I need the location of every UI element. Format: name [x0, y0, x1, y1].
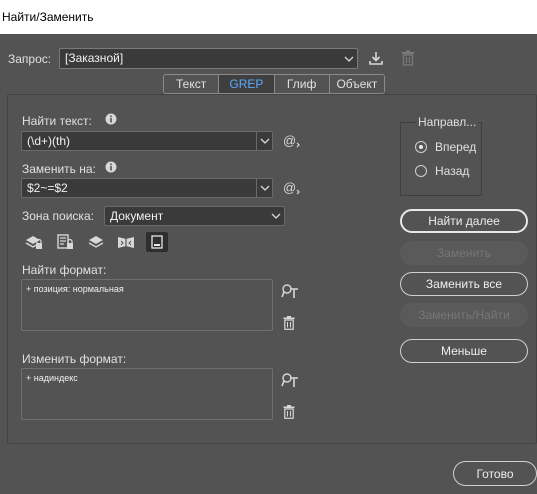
trash-icon[interactable]	[281, 404, 297, 420]
master-pages-icon[interactable]	[116, 233, 136, 251]
replace-button[interactable]: Заменить	[400, 241, 528, 265]
find-format-label: Найти формат:	[22, 263, 107, 277]
window-title: Найти/Заменить	[2, 10, 94, 24]
chevron-down-icon[interactable]	[256, 179, 272, 197]
find-label: Найти текст:	[22, 114, 92, 128]
search-scope-value: Документ	[110, 209, 164, 223]
find-value: (\d+)(th)	[27, 134, 71, 148]
replace-value: $2~=$2	[27, 181, 68, 195]
radio-button[interactable]	[415, 141, 427, 153]
tab-glyph[interactable]: Глиф	[274, 75, 330, 93]
mode-tabs: Текст GREP Глиф Объект	[163, 74, 385, 94]
chevron-down-icon	[341, 49, 357, 68]
chevron-down-icon[interactable]	[256, 132, 272, 150]
fewer-options-button[interactable]: Меньше	[400, 339, 528, 363]
query-select[interactable]: [Заказной]	[59, 48, 358, 69]
special-chars-icon[interactable]: @	[282, 132, 302, 150]
delete-query-icon[interactable]	[399, 49, 417, 67]
trash-icon[interactable]	[281, 315, 297, 331]
hidden-layers-icon[interactable]	[86, 233, 106, 251]
done-button[interactable]: Готово	[453, 461, 537, 486]
specify-format-icon[interactable]	[280, 282, 300, 300]
search-scope-label: Зона поиска:	[22, 209, 94, 223]
tab-text[interactable]: Текст	[164, 75, 220, 93]
chevron-down-icon	[268, 207, 284, 225]
replace-input[interactable]: $2~=$2	[21, 178, 273, 198]
replace-label: Заменить на:	[22, 162, 96, 176]
info-icon[interactable]	[104, 112, 118, 126]
radio-backward-label: Назад	[435, 164, 470, 178]
specify-format-icon[interactable]	[280, 371, 300, 389]
search-scope-select[interactable]: Документ	[104, 206, 285, 226]
find-format-text: + позиция: нормальная	[26, 284, 124, 294]
find-next-button[interactable]: Найти далее	[400, 209, 528, 233]
find-input[interactable]: (\d+)(th)	[21, 131, 273, 151]
tab-object[interactable]: Объект	[329, 75, 384, 93]
radio-forward[interactable]: Вперед	[415, 139, 495, 155]
query-value: [Заказной]	[65, 51, 124, 65]
footnotes-icon[interactable]	[146, 232, 168, 252]
replace-find-button[interactable]: Заменить/Найти	[400, 303, 528, 327]
change-format-label: Изменить формат:	[22, 352, 127, 366]
svg-text:@: @	[283, 181, 296, 195]
direction-label: Направл...	[416, 115, 479, 129]
replace-all-button[interactable]: Заменить все	[400, 272, 528, 296]
find-format-box[interactable]: + позиция: нормальная	[21, 279, 273, 331]
locked-layers-icon[interactable]	[24, 233, 44, 251]
svg-text:@: @	[283, 134, 296, 148]
info-icon[interactable]	[104, 160, 118, 174]
special-chars-icon[interactable]: @	[282, 179, 302, 197]
save-query-icon[interactable]	[367, 49, 385, 67]
radio-forward-label: Вперед	[435, 140, 477, 154]
change-format-text: + надиндекс	[26, 373, 78, 383]
query-label: Запрос:	[8, 52, 52, 66]
change-format-box[interactable]: + надиндекс	[21, 368, 273, 420]
radio-backward[interactable]: Назад	[415, 163, 495, 179]
radio-button[interactable]	[415, 165, 427, 177]
direction-group	[400, 122, 482, 196]
locked-stories-icon[interactable]	[55, 233, 75, 251]
tab-grep[interactable]: GREP	[219, 75, 275, 93]
